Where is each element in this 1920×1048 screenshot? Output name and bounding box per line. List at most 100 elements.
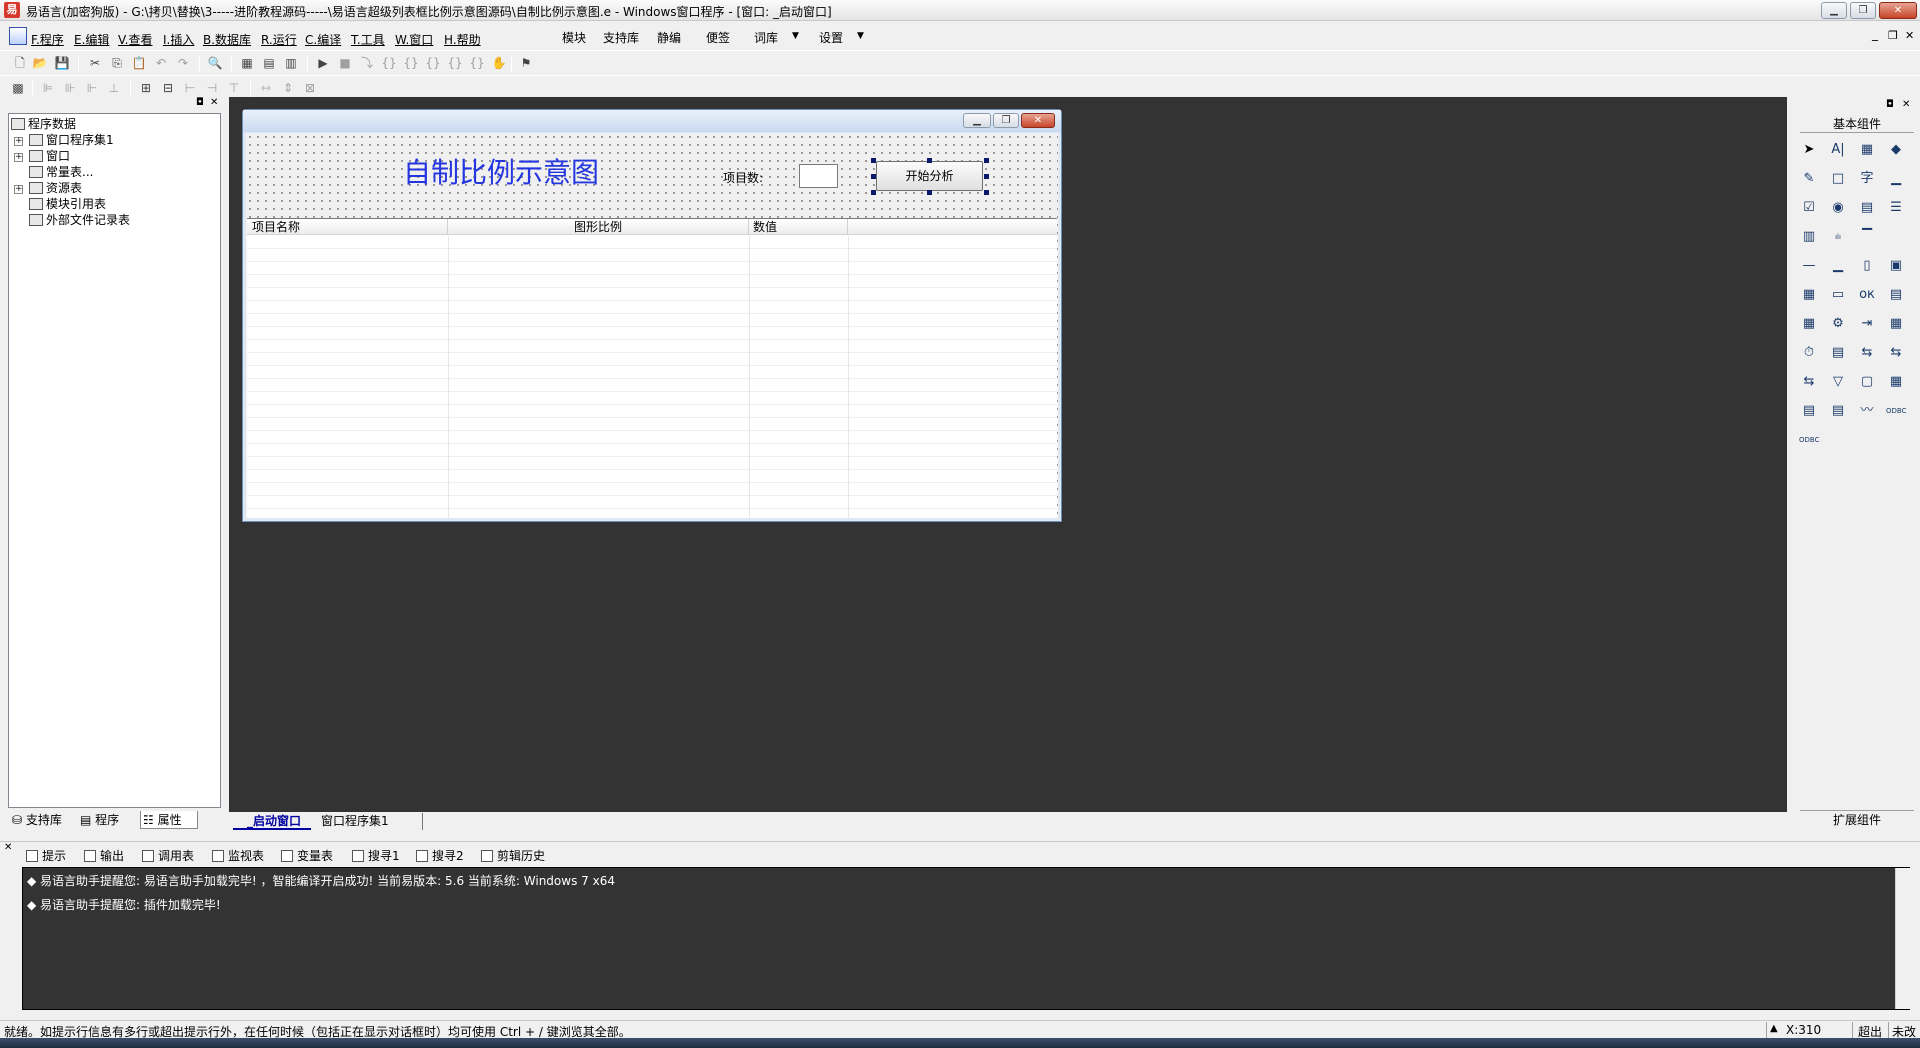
- component-icon[interactable]: ⇆: [1886, 344, 1906, 362]
- component-icon[interactable]: ▔: [1857, 228, 1877, 246]
- run-icon[interactable]: ▶: [315, 55, 331, 71]
- save-icon[interactable]: 💾: [54, 55, 70, 71]
- design-close-button[interactable]: ✕: [1021, 113, 1055, 128]
- find-icon[interactable]: 🔍: [207, 55, 223, 71]
- menu-support-lib[interactable]: 支持库: [603, 29, 639, 46]
- component-icon[interactable]: ⇆: [1857, 344, 1877, 362]
- component-icon[interactable]: —: [1799, 257, 1819, 275]
- same-size-icon[interactable]: ⊤: [226, 80, 242, 96]
- component-icon[interactable]: [1886, 228, 1906, 246]
- design-window[interactable]: ▁ ❐ ✕ 自制比例示意图 项目数: 开始分析 项目名称 图形比例 数值: [242, 109, 1062, 522]
- menu-run[interactable]: R.运行: [261, 31, 297, 48]
- super-list-box[interactable]: 项目名称 图形比例 数值: [247, 218, 1057, 518]
- selection-handle[interactable]: [871, 190, 876, 195]
- design-minimize-button[interactable]: ▁: [963, 113, 991, 128]
- output-close-icon[interactable]: ✕: [4, 842, 12, 853]
- align-left-icon[interactable]: ⊫: [40, 80, 56, 96]
- basic-components-header[interactable]: 基本组件: [1800, 115, 1914, 133]
- menu-insert[interactable]: I.插入: [163, 31, 194, 48]
- menu-edit[interactable]: E.编辑: [74, 31, 109, 48]
- component-icon[interactable]: ▦: [1886, 373, 1906, 391]
- component-icon[interactable]: ▣: [1886, 257, 1906, 275]
- component-icon[interactable]: ODBC: [1799, 431, 1819, 449]
- form-design-surface[interactable]: 自制比例示意图 项目数: 开始分析 项目名称 图形比例 数值: [246, 133, 1058, 518]
- tab-search1[interactable]: 搜寻1: [352, 847, 400, 864]
- tab-hint[interactable]: 提示: [26, 847, 66, 864]
- component-icon[interactable]: ✎: [1799, 170, 1819, 188]
- layout-3-icon[interactable]: ▥: [283, 55, 299, 71]
- component-icon[interactable]: ⏱: [1799, 344, 1819, 362]
- output-scrollbar[interactable]: [1895, 868, 1910, 1009]
- step-3-icon[interactable]: {}: [403, 55, 419, 71]
- component-icon[interactable]: ▤: [1799, 402, 1819, 420]
- mdi-restore-button[interactable]: ❐: [1888, 29, 1898, 42]
- app-icon[interactable]: 易: [4, 2, 20, 18]
- tree-item-constants[interactable]: 常量表...: [29, 164, 93, 180]
- column-value[interactable]: 数值: [749, 219, 848, 235]
- space-v-icon[interactable]: ⇕: [280, 80, 296, 96]
- output-console[interactable]: ◆ 易语言助手提醒您: 易语言助手加载完毕! ，智能编译开启成功! 当前易版本:…: [22, 867, 1910, 1010]
- selection-handle[interactable]: [984, 190, 989, 195]
- tree-root[interactable]: 程序数据: [11, 116, 76, 132]
- lexicon-dropdown-icon[interactable]: ▼: [792, 31, 799, 41]
- component-icon[interactable]: ▁: [1886, 170, 1906, 188]
- tab-support-lib[interactable]: ⛁ 支持库: [10, 811, 72, 829]
- close-button[interactable]: ✕: [1879, 2, 1917, 19]
- column-item-name[interactable]: 项目名称: [247, 219, 448, 235]
- tab-watch[interactable]: 监视表: [212, 847, 264, 864]
- undo-icon[interactable]: ↶: [153, 55, 169, 71]
- step-4-icon[interactable]: {}: [425, 55, 441, 71]
- start-analysis-button[interactable]: 开始分析: [876, 161, 983, 191]
- tab-clip-history[interactable]: 剪辑历史: [481, 847, 545, 864]
- item-count-label[interactable]: 项目数:: [723, 169, 763, 186]
- component-icon[interactable]: ▥: [1799, 228, 1819, 246]
- same-height-icon[interactable]: ⊣: [204, 80, 220, 96]
- selection-handle[interactable]: [984, 158, 989, 163]
- menu-static-compile[interactable]: 静编: [657, 29, 681, 46]
- component-icon[interactable]: ▦: [1799, 286, 1819, 304]
- item-count-input[interactable]: [799, 164, 838, 188]
- selection-handle[interactable]: [871, 158, 876, 163]
- component-icon[interactable]: ☰: [1886, 199, 1906, 217]
- copy-icon[interactable]: ⎘: [109, 55, 125, 71]
- space-h-icon[interactable]: ⇿: [258, 80, 274, 96]
- list-body[interactable]: [247, 236, 1057, 518]
- component-icon[interactable]: ▦: [1799, 315, 1819, 333]
- component-icon[interactable]: 字: [1857, 170, 1877, 188]
- menu-tools[interactable]: T.工具: [351, 31, 385, 48]
- design-maximize-button[interactable]: ❐: [993, 113, 1019, 128]
- align-center-icon[interactable]: ⊪: [62, 80, 78, 96]
- extended-components-header[interactable]: 扩展组件: [1800, 810, 1914, 828]
- tab-program[interactable]: ▤ 程序: [78, 811, 138, 829]
- expand-icon[interactable]: +: [14, 185, 23, 194]
- tab-variables[interactable]: 变量表: [281, 847, 333, 864]
- layout-1-icon[interactable]: ▦: [239, 55, 255, 71]
- mdi-close-button[interactable]: ✕: [1905, 29, 1914, 42]
- open-file-icon[interactable]: 📂: [32, 55, 48, 71]
- component-icon[interactable]: ➤: [1799, 141, 1819, 159]
- mdi-minimize-button[interactable]: _: [1872, 27, 1878, 41]
- expand-icon[interactable]: +: [14, 153, 23, 162]
- settings-dropdown-icon[interactable]: ▼: [857, 31, 864, 41]
- selection-handle[interactable]: [927, 190, 932, 195]
- menu-help[interactable]: H.帮助: [444, 31, 481, 48]
- step-1-icon[interactable]: ⤵: [359, 55, 375, 71]
- tab-output[interactable]: 输出: [84, 847, 124, 864]
- panel-restore-icon[interactable]: ◘: [1886, 99, 1894, 110]
- component-icon[interactable]: ODBC: [1886, 402, 1906, 420]
- stop-icon[interactable]: ■: [337, 55, 353, 71]
- selection-handle[interactable]: [984, 174, 989, 179]
- cut-icon[interactable]: ✂: [87, 55, 103, 71]
- component-icon[interactable]: ▭: [1828, 286, 1848, 304]
- tree-item-resources[interactable]: 资源表: [29, 180, 82, 196]
- helper-icon[interactable]: ⚑: [518, 55, 534, 71]
- component-icon[interactable]: ок: [1857, 286, 1877, 304]
- tab-properties[interactable]: ☷ 属性: [140, 811, 198, 829]
- menu-window[interactable]: W.窗口: [395, 31, 433, 48]
- component-icon[interactable]: ☑: [1799, 199, 1819, 217]
- status-up-icon[interactable]: ▲: [1770, 1023, 1778, 1034]
- menu-view[interactable]: V.查看: [118, 31, 152, 48]
- same-width-icon[interactable]: ⊢: [182, 80, 198, 96]
- align-right-icon[interactable]: ⊩: [84, 80, 100, 96]
- menu-settings[interactable]: 设置: [819, 29, 843, 46]
